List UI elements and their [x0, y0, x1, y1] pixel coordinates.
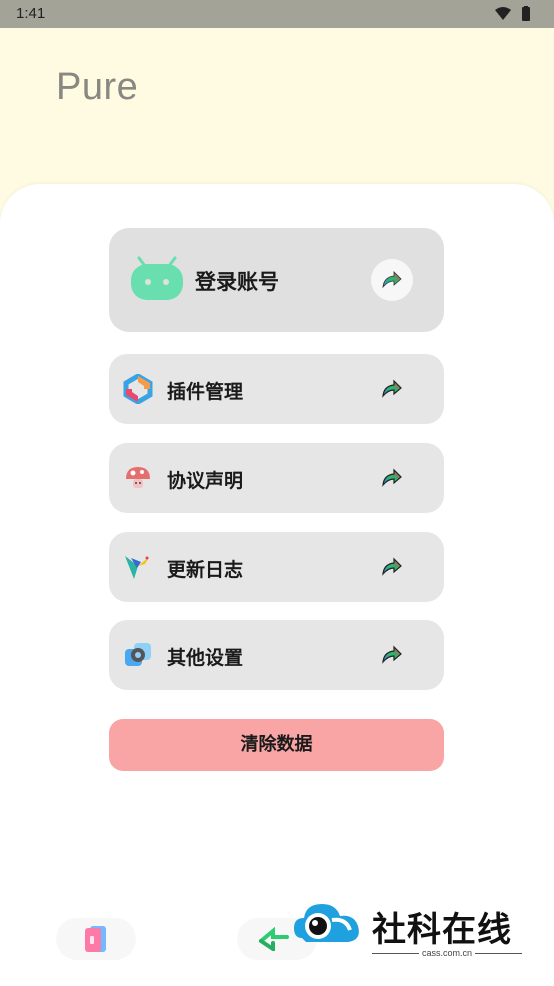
share-arrow-icon[interactable]	[381, 468, 403, 488]
menu-item-label: 插件管理	[167, 381, 244, 403]
menu-item-label: 其他设置	[167, 647, 244, 669]
menu-item-agreement[interactable]: 协议声明	[109, 443, 444, 513]
clear-data-button[interactable]: 清除数据	[109, 719, 444, 771]
menu-item-other-settings[interactable]: 其他设置	[109, 620, 444, 690]
share-arrow-icon	[382, 271, 402, 289]
login-share-button[interactable]	[371, 259, 413, 301]
login-account-label: 登录账号	[195, 270, 279, 294]
menu-item-label: 更新日志	[167, 559, 244, 581]
watermark-subtitle-text: cass.com.cn	[418, 948, 475, 958]
menu-item-update-log[interactable]: 更新日志	[109, 532, 444, 602]
watermark-subtitle: cass.com.cn	[372, 948, 522, 958]
bird-icon	[125, 556, 149, 579]
status-time: 1:41	[16, 5, 46, 22]
cards-icon	[85, 926, 106, 952]
link-arrows-icon	[259, 927, 289, 951]
share-arrow-icon[interactable]	[381, 557, 403, 577]
mushroom-icon	[126, 467, 150, 488]
android-icon	[131, 256, 183, 300]
bottom-nav-item-home[interactable]	[56, 918, 136, 960]
login-account-card[interactable]: 登录账号	[109, 228, 444, 332]
settings-gear-icon	[125, 643, 151, 666]
watermark-title: 社科在线	[372, 910, 512, 950]
plugin-hexagon-icon	[123, 374, 153, 404]
app-title: Pure	[56, 66, 139, 108]
menu-item-label: 协议声明	[167, 470, 244, 492]
status-icons	[495, 6, 530, 21]
watermark-logo	[294, 904, 359, 942]
wifi-icon	[495, 7, 511, 20]
share-arrow-icon[interactable]	[381, 645, 403, 665]
status-bar: 1:41	[0, 0, 554, 28]
menu-item-plugin-management[interactable]: 插件管理	[109, 354, 444, 424]
share-arrow-icon[interactable]	[381, 379, 403, 399]
battery-icon	[522, 7, 530, 21]
